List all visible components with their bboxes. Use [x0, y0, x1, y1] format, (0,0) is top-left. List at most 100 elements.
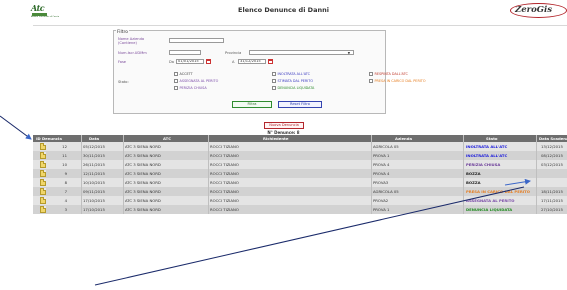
checkbox-label: PRESA IN CARICO DAL PERITO [374, 79, 426, 83]
checkbox-icon[interactable] [174, 86, 178, 90]
calendar-icon[interactable] [268, 59, 273, 64]
document-icon[interactable] [40, 161, 46, 168]
cell-id: 4 [64, 198, 67, 203]
stato-checkbox-denuncia-liquidata[interactable]: DENUNCIA LIQUIDATA [272, 86, 314, 91]
cell-id: 3 [64, 207, 67, 212]
provincia-select[interactable]: ▼ [249, 50, 354, 55]
reset-filtro-button[interactable]: Reset Filtro [278, 101, 322, 108]
table-row[interactable]: 10 26/11/2015 ATC 3 SIENA NORD ROCCI TIZIAN… [33, 160, 567, 169]
cell-atc: ATC 3 SIENA NORD [125, 153, 161, 158]
stato-checkbox-perizia-chiusa[interactable]: PERIZIA CHIUSA [174, 86, 207, 91]
a-date-input[interactable]: 31/12/2015 [238, 59, 266, 64]
checkbox-icon[interactable] [272, 79, 276, 83]
cell-id: 7 [64, 189, 67, 194]
document-icon[interactable] [40, 206, 46, 213]
cell-scadenza: 13/12/2015 [541, 144, 563, 149]
cell-atc: ATC 3 SIENA NORD [125, 189, 161, 194]
table-row[interactable]: 12 05/12/2015 ATC 3 SIENA NORD ROCCI TIZIAN… [33, 142, 567, 151]
stato-checkbox-accett[interactable]: ACCETT [174, 72, 193, 77]
cell-id: 8 [64, 180, 67, 185]
arrow-to-document-icon [0, 115, 32, 140]
chevron-down-icon: ▼ [347, 51, 350, 55]
checkbox-label: RESPINTA DALL'ATC [374, 72, 408, 76]
column-divider [536, 135, 537, 214]
column-divider [463, 135, 464, 214]
cell-richiedente: ROCCI TIZIANO [210, 198, 239, 203]
checkbox-icon[interactable] [369, 79, 373, 83]
calendar-icon[interactable] [206, 59, 211, 64]
table-row[interactable]: 4 17/10/2015 ATC 3 SIENA NORD ROCCI TIZIANO… [33, 196, 567, 205]
stato-checkbox-assegnata-al-perito[interactable]: ASSEGNATA AL PERITO [174, 79, 218, 84]
nuova-denuncia-button[interactable]: Nuova Denuncia [264, 122, 304, 129]
document-icon[interactable] [40, 197, 46, 204]
cell-data: 17/10/2015 [83, 198, 105, 203]
cell-data: 26/11/2015 [83, 162, 105, 167]
cell-azienda: PROVA2 [373, 198, 389, 203]
cell-id: 9 [64, 171, 67, 176]
cell-id: 12 [62, 144, 67, 149]
cell-richiedente: ROCCI TIZIANO [210, 207, 239, 212]
checkbox-label: ASSEGNATA AL PERITO [179, 79, 219, 83]
cell-scadenza [541, 169, 567, 178]
nome-azienda-input[interactable] [169, 38, 224, 43]
table-row[interactable]: 11 30/11/2015 ATC 3 SIENA NORD ROCCI TIZIAN… [33, 151, 567, 160]
checkbox-icon[interactable] [369, 72, 373, 76]
page-title: Elenco Denunce di Danni [238, 6, 329, 14]
cell-scadenza [541, 178, 567, 187]
cell-data: 10/10/2015 [83, 180, 105, 185]
num-iscr-input[interactable] [169, 50, 201, 55]
cell-data: 17/10/2015 [83, 207, 105, 212]
checkbox-icon[interactable] [174, 79, 178, 83]
filter-legend: Filtro [116, 30, 130, 35]
cell-data: 30/11/2015 [83, 153, 105, 158]
table-row[interactable]: 9 12/11/2015 ATC 3 SIENA NORD ROCCI TIZIANO… [33, 169, 567, 178]
stato-checkbox-inoltrata-all-atc[interactable]: INOLTRATA ALL'ATC [272, 72, 310, 77]
da-date-input[interactable]: 01/01/2015 [176, 59, 204, 64]
cell-scadenza: 18/11/2015 [541, 189, 563, 194]
checkbox-label: PERIZIA CHIUSA [179, 86, 207, 90]
stato-checkbox-respinta-dall-atc[interactable]: RESPINTA DALL'ATC [369, 72, 408, 77]
cell-data: 05/12/2015 [83, 144, 105, 149]
cell-atc: ATC 3 SIENA NORD [125, 171, 161, 176]
cell-azienda: AGRICOLA 05 [373, 189, 399, 194]
cell-azienda: PROVA3 [373, 180, 389, 185]
document-icon[interactable] [40, 143, 46, 150]
nome-azienda-sublabel: (Contiene) [118, 41, 137, 45]
checkbox-label: STIMATA DAL PERITO [277, 79, 314, 83]
da-label: Da [169, 60, 174, 64]
filtra-button[interactable]: Filtra [232, 101, 272, 108]
provincia-label: Provincia [225, 51, 242, 55]
header-divider [33, 25, 567, 26]
checkbox-icon[interactable] [174, 72, 178, 76]
table-row[interactable]: 8 10/10/2015 ATC 3 SIENA NORD ROCCI TIZIANO… [33, 178, 567, 187]
cell-data: 12/11/2015 [83, 171, 105, 176]
column-divider [123, 135, 124, 214]
cell-atc: ATC 3 SIENA NORD [125, 207, 161, 212]
document-icon[interactable] [40, 152, 46, 159]
table-row[interactable]: 7 09/11/2015 ATC 3 SIENA NORD ROCCI TIZIANO… [33, 187, 567, 196]
filter-panel: Filtro Nome Azienda (Contiene) Num.Iscr.… [113, 30, 426, 114]
cell-richiedente: ROCCI TIZIANO [210, 180, 239, 185]
checkbox-icon[interactable] [272, 86, 276, 90]
cell-richiedente: ROCCI TIZIANO [210, 144, 239, 149]
cell-scadenza: 17/11/2015 [541, 198, 563, 203]
document-icon[interactable] [40, 188, 46, 195]
zerogis-logo: ZeroGis [510, 3, 567, 18]
column-divider [371, 135, 372, 214]
table-header: ID Denuncia Data ATC Richiedente Azienda… [33, 135, 567, 142]
cell-id: 10 [62, 162, 67, 167]
cell-atc: ATC 3 SIENA NORD [125, 162, 161, 167]
cell-atc: ATC 3 SIENA NORD [125, 144, 161, 149]
cell-data: 09/11/2015 [83, 189, 105, 194]
document-icon[interactable] [40, 179, 46, 186]
document-icon[interactable] [40, 170, 46, 177]
cell-azienda: PROVA 1 [373, 153, 390, 158]
stato-checkbox-presa-in-carico-dal-perito[interactable]: PRESA IN CARICO DAL PERITO [369, 79, 426, 84]
checkbox-label: ACCETT [179, 72, 193, 76]
table-row[interactable]: 3 17/10/2015 ATC 3 SIENA NORD ROCCI TIZIANO… [33, 205, 567, 214]
cell-scadenza: 03/12/2015 [541, 162, 563, 167]
cell-scadenza: 08/12/2015 [541, 153, 563, 158]
stato-label: Stato: [118, 80, 129, 84]
checkbox-icon[interactable] [272, 72, 276, 76]
stato-checkbox-stimata-dal-perito[interactable]: STIMATA DAL PERITO [272, 79, 313, 84]
